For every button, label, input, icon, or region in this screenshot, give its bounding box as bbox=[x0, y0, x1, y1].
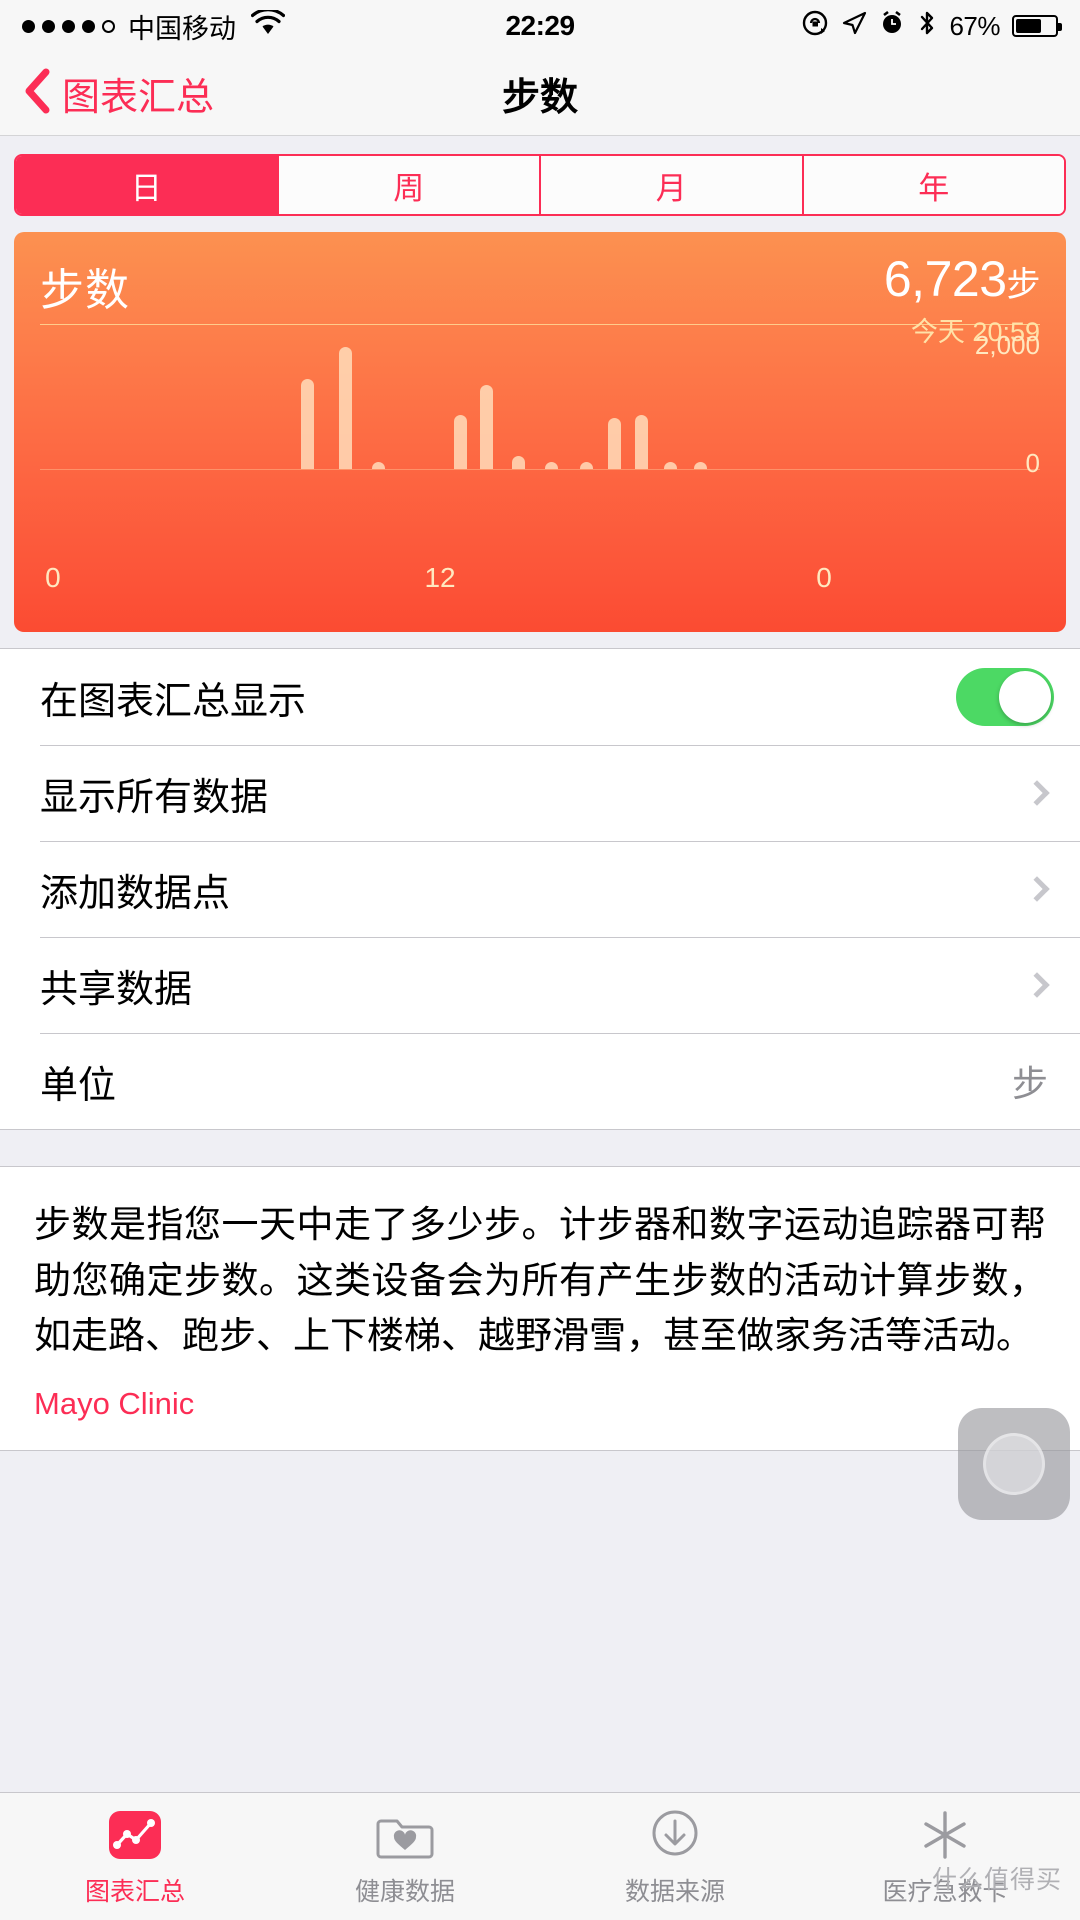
row-label: 显示所有数据 bbox=[40, 776, 269, 819]
signal-dot-3 bbox=[62, 19, 75, 33]
steps-chart-card[interactable]: 步数 6,723步 今天 20:59 2,000 0 0 12 0 bbox=[14, 232, 1066, 632]
bluetooth-icon bbox=[917, 9, 937, 44]
wifi-icon bbox=[250, 7, 286, 43]
chart-bar bbox=[512, 456, 525, 469]
settings-list: 在图表汇总显示 显示所有数据 添加数据点 共享数据 单位 步 bbox=[0, 648, 1080, 1130]
x-axis-tick: 0 bbox=[816, 562, 832, 593]
signal-dot-1 bbox=[22, 19, 35, 33]
chart-bar bbox=[635, 414, 648, 469]
alarm-clock-icon bbox=[879, 10, 905, 43]
back-button[interactable]: 图表汇总 bbox=[0, 66, 214, 121]
chart-bar bbox=[454, 414, 467, 469]
chart-value-unit: 步 bbox=[1006, 266, 1041, 304]
status-bar-left: 中国移动 bbox=[22, 7, 505, 46]
segmented-control-container: 日 周 月 年 bbox=[0, 136, 1080, 232]
chevron-right-icon bbox=[1024, 972, 1050, 998]
row-label: 共享数据 bbox=[40, 968, 193, 1011]
chart-bar bbox=[580, 462, 593, 469]
status-bar-clock: 22:29 bbox=[505, 10, 575, 41]
chart-bar bbox=[664, 462, 677, 469]
chart-bar bbox=[372, 462, 385, 469]
chart-value-number: 6,723 bbox=[883, 251, 1007, 307]
chevron-right-icon bbox=[1024, 780, 1050, 806]
status-bar-right: 67% bbox=[575, 9, 1062, 44]
time-range-segmented-control[interactable]: 日 周 月 年 bbox=[14, 154, 1066, 216]
assistive-touch-icon[interactable] bbox=[958, 1408, 1070, 1520]
chart-summary-icon bbox=[105, 1806, 165, 1864]
rotation-lock-icon bbox=[801, 9, 829, 44]
x-axis-tick: 0 bbox=[45, 562, 61, 593]
signal-strength-dots bbox=[22, 19, 115, 33]
tab-label: 健康数据 bbox=[354, 1877, 455, 1906]
chart-bar bbox=[301, 378, 314, 469]
tab-data-sources[interactable]: 数据来源 bbox=[540, 1806, 810, 1908]
signal-dot-2 bbox=[42, 19, 55, 33]
tab-label: 数据来源 bbox=[624, 1877, 725, 1906]
signal-dot-4 bbox=[82, 19, 95, 33]
segment-month[interactable]: 月 bbox=[539, 156, 802, 214]
segment-day[interactable]: 日 bbox=[16, 156, 277, 214]
chart-bar bbox=[339, 347, 352, 469]
battery-icon bbox=[1012, 15, 1062, 37]
description-section: 步数是指您一天中走了多少步。计步器和数字运动追踪器可帮助您确定步数。这类设备会为… bbox=[0, 1166, 1080, 1451]
segment-week[interactable]: 周 bbox=[276, 156, 539, 214]
unit-value: 步 bbox=[1011, 1063, 1048, 1104]
tab-bar: 图表汇总 健康数据 数据来源 医疗急救卡 bbox=[0, 1792, 1080, 1920]
battery-percent-label: 67% bbox=[949, 10, 1000, 41]
watermark: 什么值得买 bbox=[931, 1866, 1062, 1894]
navigation-bar: 图表汇总 步数 bbox=[0, 52, 1080, 136]
carrier-label: 中国移动 bbox=[128, 13, 236, 44]
row-label: 添加数据点 bbox=[40, 872, 231, 915]
assistive-touch-ring bbox=[983, 1433, 1045, 1495]
chart-x-axis: 0 12 0 bbox=[14, 562, 1066, 612]
row-unit[interactable]: 单位 步 bbox=[0, 1033, 1080, 1129]
chevron-left-icon bbox=[22, 68, 52, 119]
x-axis-tick: 12 bbox=[424, 562, 456, 593]
row-share-data[interactable]: 共享数据 bbox=[0, 937, 1080, 1033]
show-on-dashboard-toggle[interactable] bbox=[956, 668, 1054, 726]
toggle-knob bbox=[999, 671, 1051, 723]
tab-health-data[interactable]: 健康数据 bbox=[270, 1806, 540, 1908]
row-show-all-data[interactable]: 显示所有数据 bbox=[0, 745, 1080, 841]
health-data-folder-icon bbox=[375, 1806, 435, 1864]
data-sources-download-icon bbox=[645, 1806, 705, 1864]
chart-bar bbox=[545, 462, 558, 469]
segment-year[interactable]: 年 bbox=[801, 156, 1064, 214]
description-source-link[interactable]: Mayo Clinic bbox=[34, 1386, 1046, 1422]
tab-chart-summary[interactable]: 图表汇总 bbox=[0, 1806, 270, 1908]
chart-bar bbox=[694, 462, 707, 469]
row-label: 在图表汇总显示 bbox=[40, 680, 307, 723]
back-button-label: 图表汇总 bbox=[62, 77, 215, 119]
chart-metric-value: 6,723步 bbox=[883, 250, 1041, 308]
location-arrow-icon bbox=[841, 10, 867, 43]
signal-dot-5 bbox=[102, 19, 115, 33]
chevron-right-icon bbox=[1024, 876, 1050, 902]
row-add-data-point[interactable]: 添加数据点 bbox=[0, 841, 1080, 937]
description-text: 步数是指您一天中走了多少步。计步器和数字运动追踪器可帮助您确定步数。这类设备会为… bbox=[34, 1204, 1046, 1356]
row-show-on-dashboard[interactable]: 在图表汇总显示 bbox=[0, 649, 1080, 745]
chart-bar bbox=[480, 384, 493, 469]
gridline-baseline bbox=[40, 469, 1040, 470]
chart-plot-area bbox=[40, 332, 1040, 469]
status-bar: 中国移动 22:29 67% bbox=[0, 0, 1080, 52]
chart-metric-name: 步数 bbox=[40, 266, 130, 315]
row-label: 单位 bbox=[40, 1064, 117, 1107]
medical-id-asterisk-icon bbox=[915, 1806, 975, 1864]
section-gap bbox=[0, 1130, 1080, 1166]
gridline-upper bbox=[40, 324, 1040, 325]
tab-label: 图表汇总 bbox=[84, 1877, 185, 1906]
chart-bar bbox=[608, 418, 621, 469]
